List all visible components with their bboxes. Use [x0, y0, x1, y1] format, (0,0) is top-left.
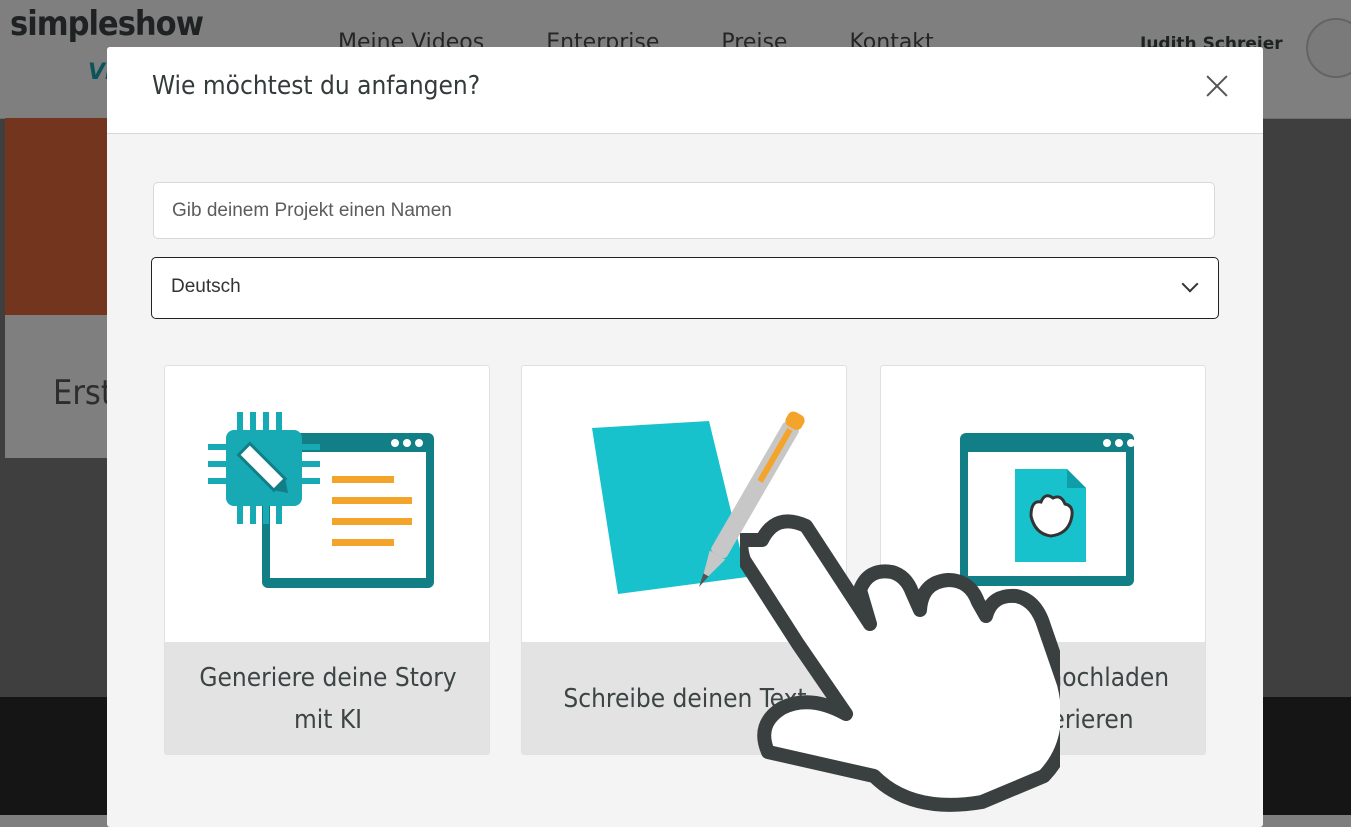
project-name-input[interactable] — [153, 182, 1215, 239]
upload-document-icon — [960, 433, 1135, 586]
option-generate-ai-label: Generiere deine Story mit KI — [165, 642, 489, 754]
modal-header: Wie möchtest du anfangen? — [107, 47, 1263, 134]
modal-title: Wie möchtest du anfangen? — [152, 71, 481, 101]
close-icon[interactable] — [1202, 71, 1232, 101]
option-upload-document-label: Dokument hochladen und generieren — [881, 642, 1205, 754]
chevron-down-icon — [1181, 275, 1199, 293]
option-write-text-label: Schreibe deinen Text — [522, 642, 846, 754]
start-project-modal: Wie möchtest du anfangen? Deutsch — [107, 47, 1263, 827]
paper-pen-icon — [592, 411, 805, 594]
option-write-text[interactable]: Schreibe deinen Text — [521, 365, 847, 755]
option-generate-ai[interactable]: Generiere deine Story mit KI — [164, 365, 490, 755]
language-select-value: Deutsch — [171, 276, 241, 297]
option-upload-document[interactable]: Dokument hochladen und generieren — [880, 365, 1206, 755]
language-select[interactable]: Deutsch — [151, 257, 1219, 319]
ai-chip-window-icon — [208, 412, 434, 588]
